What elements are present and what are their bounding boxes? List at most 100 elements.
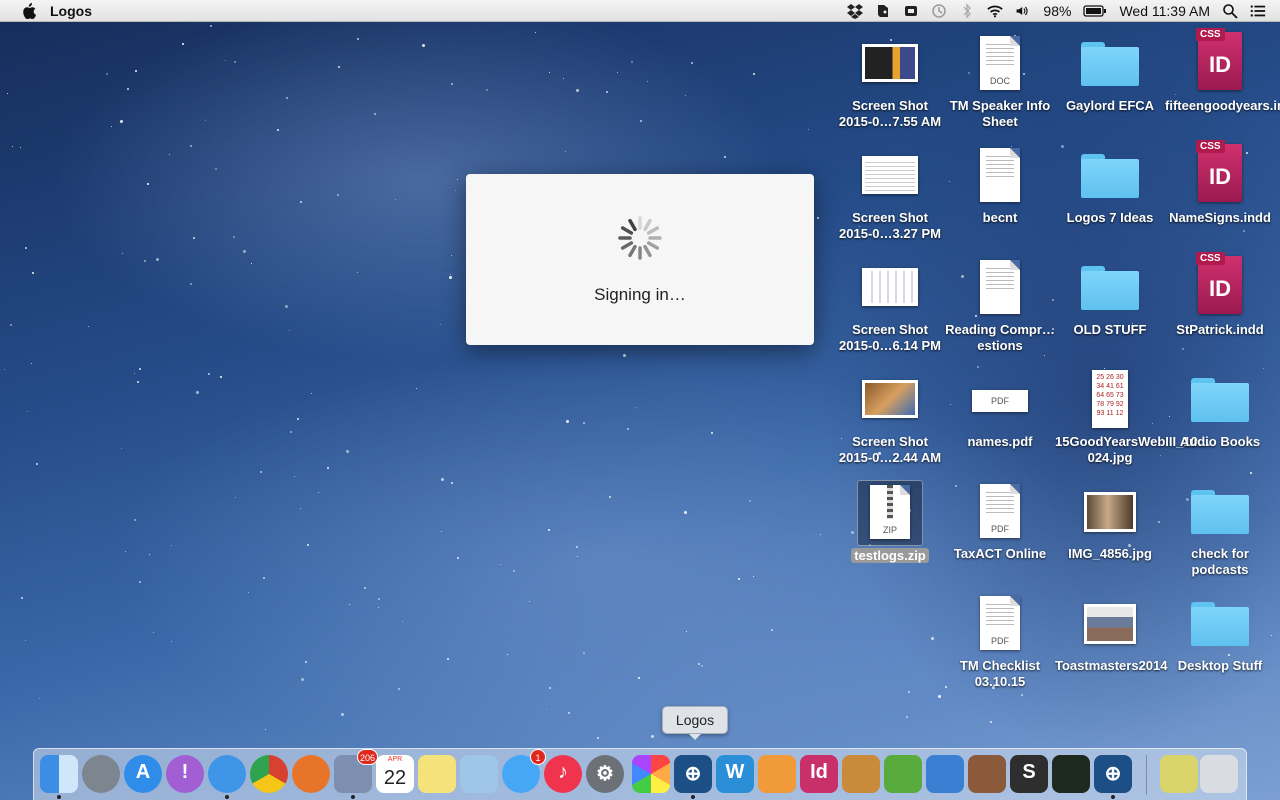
- desktop-item[interactable]: Gaylord EFCA: [1055, 32, 1165, 114]
- dock-launchpad-icon[interactable]: [82, 755, 120, 793]
- desktop-item[interactable]: ID CSS StPatrick.indd: [1165, 252, 1275, 338]
- loading-spinner-icon: [618, 216, 662, 260]
- desktop-item[interactable]: IMG_4856.jpg: [1055, 480, 1165, 562]
- dock-itunes-icon[interactable]: ♪: [544, 755, 582, 793]
- dock-mail-icon[interactable]: 206: [334, 749, 378, 799]
- running-indicator: [57, 795, 61, 799]
- desktop-item[interactable]: PDF TM Checklist 03.10.15: [945, 592, 1055, 690]
- desktop-item-label: check for podcasts: [1191, 546, 1249, 577]
- dropbox-icon[interactable]: [847, 3, 864, 19]
- desktop-item[interactable]: IDCSS fifteengoodyears.indd: [1165, 28, 1280, 114]
- running-indicator: [225, 795, 229, 799]
- screenshot-icon: [858, 32, 922, 96]
- desktop-item[interactable]: DOC TM Speaker Info Sheet: [945, 32, 1055, 130]
- apple-menu-icon[interactable]: [22, 2, 36, 19]
- dock-activity-monitor-icon[interactable]: [1052, 755, 1090, 793]
- desktop-item-label: Logos 7 Ideas: [1066, 210, 1154, 225]
- dock: A! 206 22 APR 1 ♪ ⚙ ⊕ W Id S ⊕: [33, 748, 1247, 800]
- signing-in-dialog: Signing in…: [466, 174, 814, 345]
- folder-icon: [1188, 480, 1252, 544]
- folder-icon: [1078, 144, 1142, 208]
- menu-bar: Logos 98% Wed 11:39 AM: [0, 0, 1280, 22]
- desktop-item[interactable]: Audio Books: [1165, 368, 1275, 450]
- indd-icon: ID CSS: [1188, 140, 1252, 208]
- desktop-item-label: Gaylord EFCA: [1065, 98, 1155, 113]
- file-type-tag: CSS: [1196, 28, 1225, 41]
- folder-icon: [1078, 32, 1142, 96]
- dock-finder-icon[interactable]: [40, 755, 78, 799]
- indd-icon: ID CSS: [1188, 252, 1252, 320]
- file-type-tag: CSS: [1196, 140, 1225, 153]
- dialog-message: Signing in…: [594, 285, 686, 304]
- clock[interactable]: Wed 11:39 AM: [1119, 3, 1210, 19]
- dock-preview-icon[interactable]: [460, 755, 498, 793]
- evernote-icon[interactable]: [875, 3, 891, 19]
- dock-keynote-icon[interactable]: [926, 755, 964, 793]
- desktop-item[interactable]: check for podcasts: [1165, 480, 1275, 578]
- file-type-tag: ZIP: [882, 525, 897, 535]
- desktop-item[interactable]: PDF names.pdf: [945, 368, 1055, 450]
- backup-icon[interactable]: [903, 3, 919, 19]
- desktop-item[interactable]: Logos 7 Ideas: [1055, 144, 1165, 226]
- desktop-item-label: NameSigns.indd: [1169, 210, 1271, 225]
- dock-item-glyph: W: [725, 761, 745, 783]
- desktop-item[interactable]: Screen Shot 2015-0…6.14 PM: [835, 256, 945, 354]
- dock-calendar-icon[interactable]: 22 APR: [376, 755, 414, 793]
- dock-evernote-icon[interactable]: [884, 755, 922, 793]
- desktop-item[interactable]: ZIP testlogs.zip: [835, 480, 945, 564]
- desktop-item[interactable]: PDF TaxACT Online: [945, 480, 1055, 562]
- desktop-item[interactable]: OLD STUFF: [1055, 256, 1165, 338]
- desktop-item[interactable]: Screen Shot 2015-0…3.27 PM: [835, 144, 945, 242]
- desktop-item[interactable]: 25 26 30 34 41 61 64 65 73 78 79 92 93 11 12…: [1055, 368, 1211, 466]
- desktop-item-label: Toastmasters2014: [1055, 658, 1168, 673]
- dock-photos-icon[interactable]: [632, 755, 670, 793]
- dock-messages-icon[interactable]: 1: [502, 749, 546, 793]
- bluetooth-icon[interactable]: [959, 3, 975, 19]
- dock-chrome-icon[interactable]: [250, 755, 288, 793]
- dock-books-icon[interactable]: [968, 755, 1006, 793]
- dock-item-glyph: S: [1022, 761, 1036, 783]
- wifi-icon[interactable]: [987, 3, 1004, 19]
- dock-document-stack-icon[interactable]: [1160, 755, 1198, 793]
- dock-trash-icon[interactable]: [1200, 755, 1238, 793]
- desktop-item-label: Reading Compr…estions: [945, 322, 1055, 353]
- dock-item-glyph: !: [181, 761, 189, 783]
- dock-system-preferences-icon[interactable]: ⚙: [586, 755, 624, 793]
- notification-center-icon[interactable]: [1250, 3, 1266, 19]
- dock-feedback-icon[interactable]: !: [166, 755, 204, 793]
- desktop-item[interactable]: Desktop Stuff: [1165, 592, 1275, 674]
- battery-icon[interactable]: [1083, 3, 1107, 19]
- desktop-item[interactable]: becnt: [945, 144, 1055, 226]
- file-type-tag: CSS: [1196, 252, 1225, 265]
- desktop-item-label: TaxACT Online: [953, 546, 1047, 561]
- desktop-item[interactable]: Reading Compr…estions: [945, 256, 1055, 354]
- desktop-item[interactable]: Screen Shot 2015-0…7.55 AM: [835, 32, 945, 130]
- desktop-item-label: Audio Books: [1179, 434, 1261, 449]
- time-machine-icon[interactable]: [931, 3, 947, 19]
- battery-percent[interactable]: 98%: [1043, 3, 1071, 19]
- desktop-item[interactable]: Screen Shot 2015-0…2.44 AM: [835, 368, 945, 466]
- dock-safari-icon[interactable]: [208, 755, 246, 799]
- dock-indesign-icon[interactable]: Id: [800, 755, 838, 793]
- volume-icon[interactable]: [1015, 3, 1031, 19]
- dock-cup-icon[interactable]: [842, 755, 880, 793]
- dock-tooltip: Logos: [662, 706, 728, 740]
- spotlight-icon[interactable]: [1222, 3, 1238, 19]
- dock-scrivener-icon[interactable]: S: [1010, 755, 1048, 793]
- dock-app-store-icon[interactable]: A: [124, 755, 162, 793]
- pdf-wide-icon: PDF: [968, 368, 1032, 432]
- dock-logos-active-icon[interactable]: ⊕: [674, 755, 712, 799]
- dock-word-icon[interactable]: W: [716, 755, 754, 793]
- dock-notes-icon[interactable]: [418, 755, 456, 793]
- screenshot-icon: [858, 144, 922, 208]
- dock-pages-icon[interactable]: [758, 755, 796, 793]
- dock-logos-icon[interactable]: ⊕: [1094, 755, 1132, 799]
- desktop-item[interactable]: Toastmasters2014: [1055, 592, 1168, 674]
- desktop-item-label: StPatrick.indd: [1176, 322, 1264, 337]
- desktop-item-label: names.pdf: [967, 434, 1033, 449]
- desktop-item[interactable]: ID CSS NameSigns.indd: [1165, 140, 1275, 226]
- dock-item-glyph: ⊕: [1104, 763, 1122, 785]
- status-area: 98% Wed 11:39 AM: [835, 0, 1280, 22]
- app-menu-name[interactable]: Logos: [50, 3, 92, 19]
- dock-firefox-icon[interactable]: [292, 755, 330, 793]
